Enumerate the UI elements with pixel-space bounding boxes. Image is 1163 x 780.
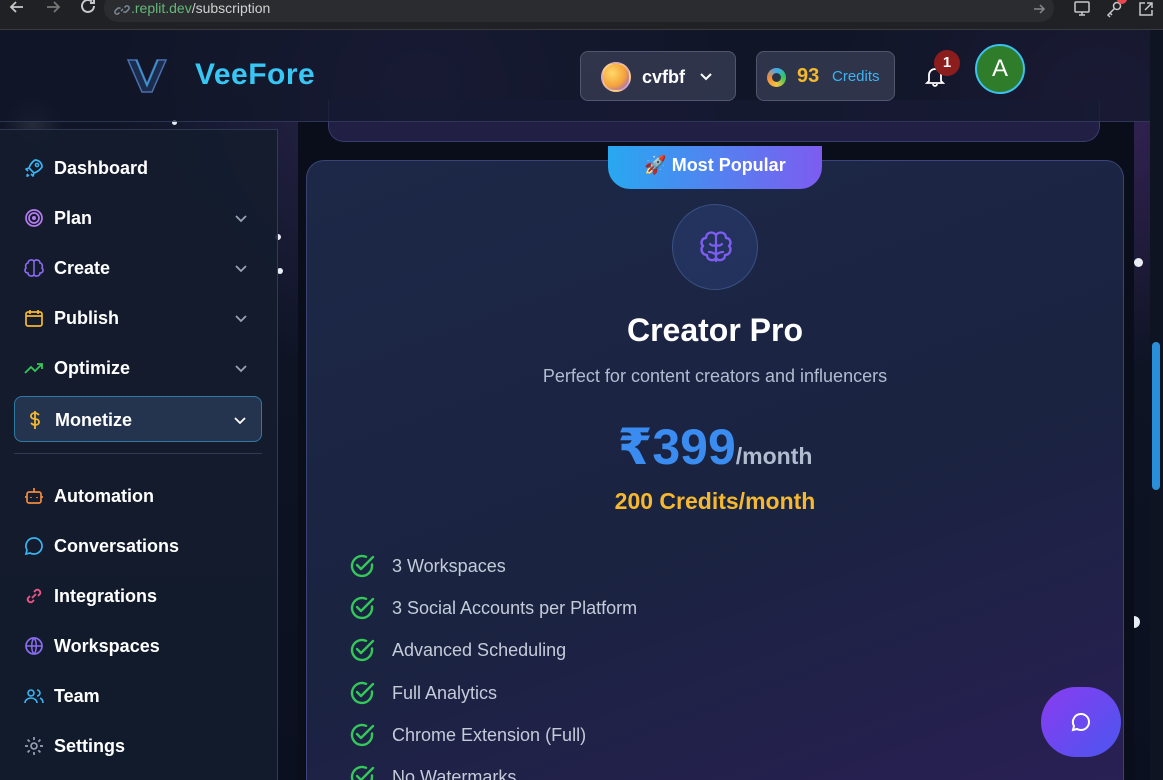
sidebar-item-label: Conversations (54, 536, 180, 556)
go-arrow-icon[interactable] (1032, 2, 1046, 16)
brain-icon (24, 259, 44, 277)
users-icon (24, 689, 44, 704)
feature-label: 3 Social Accounts per Platform (392, 598, 638, 618)
check-circle-icon (350, 596, 375, 620)
bot-icon (25, 488, 43, 504)
gear-icon (25, 737, 43, 755)
sidebar-item-team[interactable]: Team (14, 673, 262, 719)
sidebar-item-label: Settings (54, 736, 126, 756)
sidebar-item-label: Optimize (54, 358, 131, 378)
star-dot (1134, 258, 1143, 267)
dollar-icon (30, 411, 40, 429)
sidebar-item-create[interactable]: Create (14, 245, 262, 291)
sidebar-item-monetize[interactable]: Monetize (14, 396, 262, 442)
top-header: VeeFore cvfbf 93 Credits 1 A (0, 30, 1150, 122)
sidebar-item-settings[interactable]: Settings (14, 723, 262, 769)
scrollbar-thumb[interactable] (1152, 342, 1160, 490)
monitor-icon[interactable] (1073, 0, 1091, 18)
chevron-down-icon[interactable] (234, 211, 248, 225)
workspace-avatar (601, 62, 631, 92)
url-text: .replit.dev/subscription (131, 0, 271, 16)
notification-badge: 1 (934, 50, 960, 76)
feature-label: Chrome Extension (Full) (392, 725, 587, 745)
sidebar-item-label: Team (54, 686, 100, 706)
veefore-logo-icon[interactable] (126, 58, 168, 94)
price-amount: ₹399 (617, 419, 736, 475)
brain-icon (700, 231, 732, 263)
sidebar-item-label: Create (54, 258, 111, 278)
target-icon (25, 209, 43, 227)
browser-toolbar: .replit.dev/subscription (0, 0, 1163, 30)
sidebar-item-conversations[interactable]: Conversations (14, 523, 262, 569)
sidebar-item-dashboard[interactable]: Dashboard (14, 145, 262, 191)
check-circle-icon (350, 723, 375, 747)
credits-coin-icon (767, 68, 786, 87)
sidebar-item-label: Plan (54, 208, 93, 228)
price-period: /month (735, 443, 813, 469)
link-icon (26, 588, 42, 604)
calendar-icon (25, 310, 43, 327)
feature-label: 3 Workspaces (392, 556, 506, 576)
sidebar: Dashboard Plan Create Publish Optimize M… (0, 129, 278, 780)
sidebar-item-optimize[interactable]: Optimize (14, 345, 262, 391)
extension-key-icon[interactable] (1105, 0, 1127, 18)
plan-description: Perfect for content creators and influen… (542, 366, 888, 386)
sidebar-item-workspaces[interactable]: Workspaces (14, 623, 262, 669)
chevron-down-icon[interactable] (233, 413, 247, 427)
credits-count: 93 (797, 65, 820, 87)
open-external-icon[interactable] (1137, 0, 1155, 18)
chat-button[interactable] (1041, 687, 1121, 757)
sidebar-item-publish[interactable]: Publish (14, 295, 262, 341)
back-arrow-icon[interactable] (8, 0, 26, 16)
forward-arrow-icon[interactable] (44, 0, 62, 16)
check-circle-icon (350, 554, 375, 578)
credits-button[interactable]: 93 Credits (756, 51, 895, 101)
feature-label: No Watermarks (392, 767, 517, 780)
sidebar-item-label: Workspaces (54, 636, 160, 656)
page-scrollbar[interactable] (1150, 30, 1163, 780)
workspace-name: cvfbf (642, 67, 686, 87)
sidebar-item-label: Monetize (55, 410, 133, 430)
sidebar-item-plan[interactable]: Plan (14, 195, 262, 241)
plan-title: Creator Pro (626, 312, 804, 348)
link-icon (114, 5, 130, 15)
check-circle-icon (350, 681, 375, 705)
credits-label: Credits (832, 68, 880, 85)
chevron-down-icon[interactable] (234, 361, 248, 375)
price-row: ₹399/month (306, 418, 1124, 476)
check-circle-icon (350, 638, 375, 662)
feature-label: Advanced Scheduling (392, 640, 567, 660)
sidebar-item-label: Dashboard (54, 158, 149, 178)
brand-name[interactable]: VeeFore (195, 58, 315, 92)
workspace-switcher[interactable]: cvfbf (580, 51, 736, 101)
trending-up-icon (24, 363, 43, 374)
plan-credits: 200 Credits/month (614, 488, 816, 514)
feature-label: Full Analytics (392, 683, 498, 703)
sidebar-item-integrations[interactable]: Integrations (14, 573, 262, 619)
sidebar-item-label: Publish (54, 308, 120, 328)
rocket-icon (25, 159, 43, 177)
sidebar-item-label: Integrations (54, 586, 158, 606)
sidebar-item-label: Automation (54, 486, 154, 506)
chevron-down-icon (700, 73, 712, 81)
chevron-down-icon[interactable] (234, 311, 248, 325)
plan-icon-circle (672, 204, 758, 290)
user-avatar[interactable]: A (975, 44, 1025, 94)
reload-icon[interactable] (78, 0, 98, 16)
globe-icon (25, 637, 43, 655)
sidebar-item-automation[interactable]: Automation (14, 473, 262, 519)
chat-bubble-icon (1071, 712, 1090, 732)
check-circle-icon (350, 765, 375, 780)
most-popular-badge: 🚀 Most Popular (608, 146, 822, 189)
chat-bubble-icon (24, 537, 43, 556)
address-bar[interactable]: .replit.dev/subscription (104, 0, 1054, 22)
chevron-down-icon[interactable] (234, 261, 248, 275)
sidebar-divider (14, 453, 262, 454)
